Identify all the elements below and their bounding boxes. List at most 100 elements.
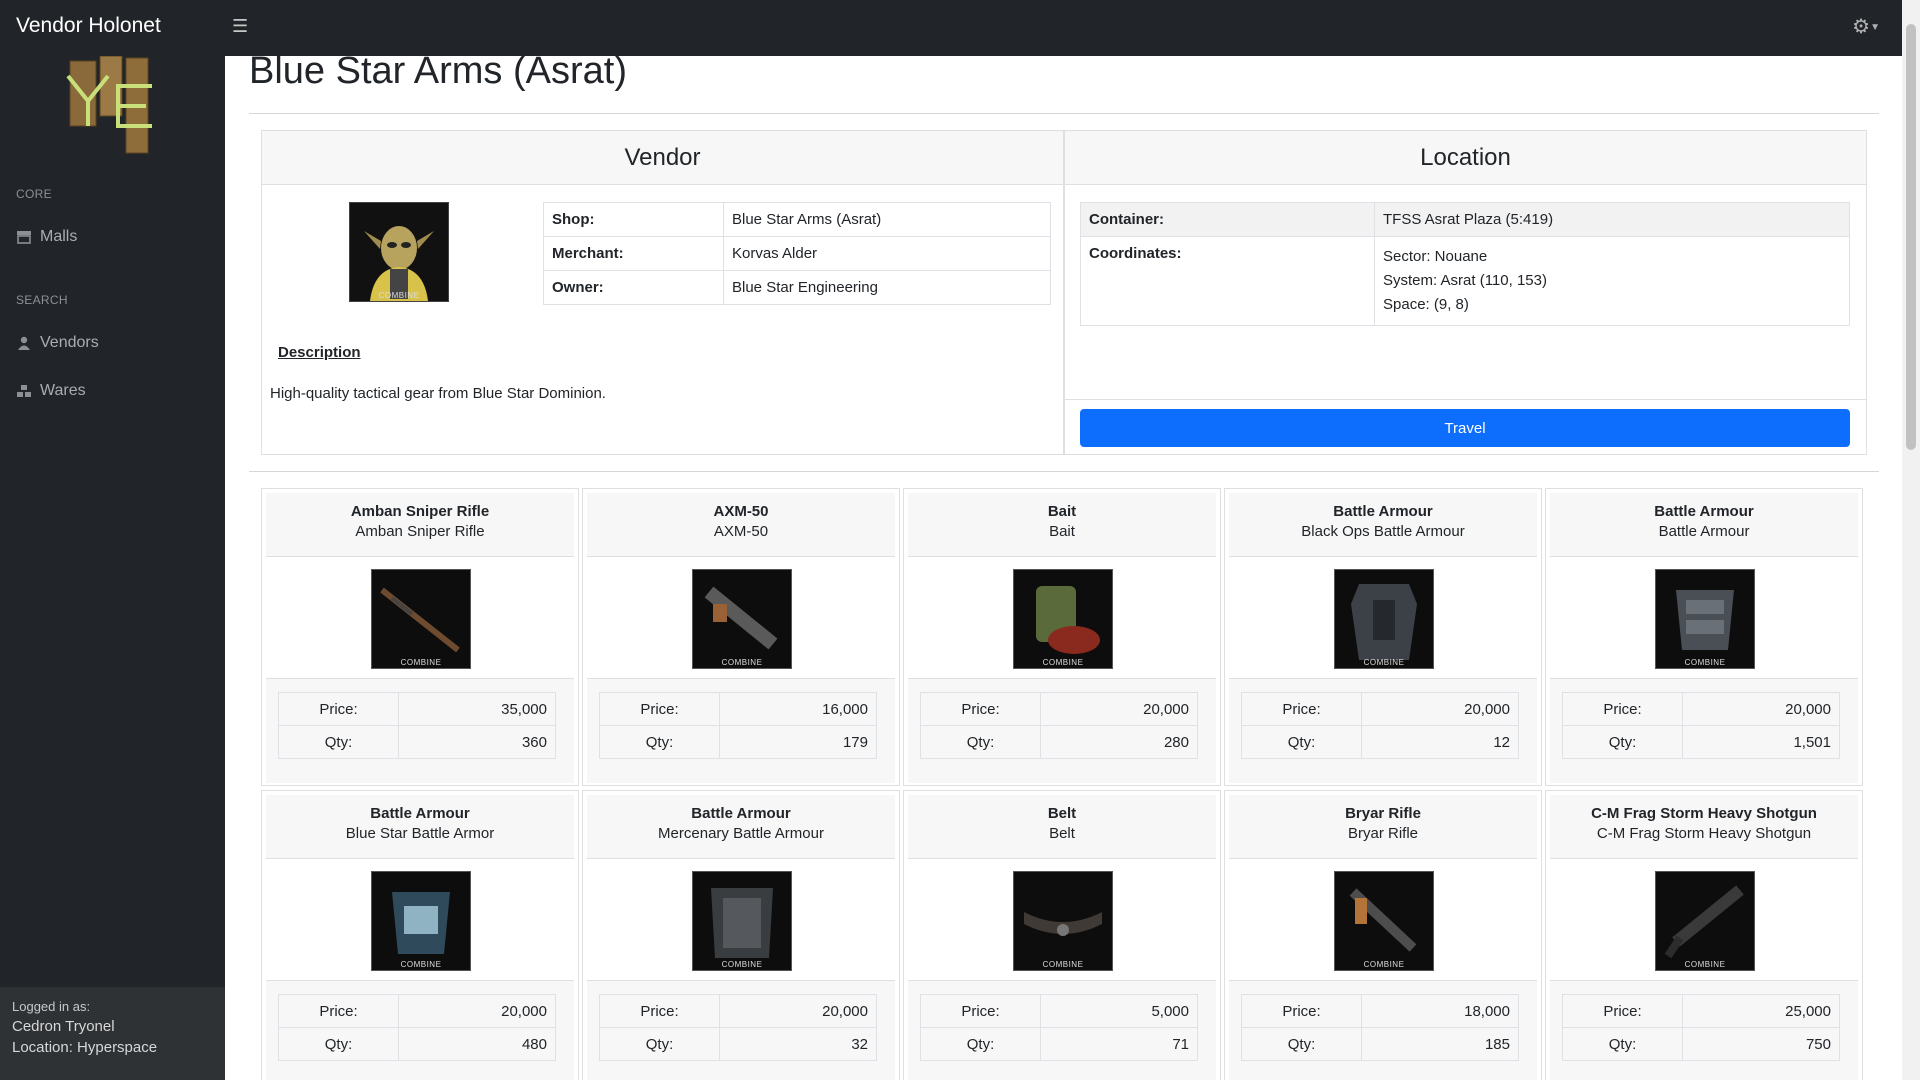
ware-card[interactable]: Battle Armour Blue Star Battle Armor COM… <box>261 790 579 1080</box>
ware-card[interactable]: Battle Armour Battle Armour COMBINE Pric… <box>1545 488 1863 786</box>
logo[interactable] <box>60 56 170 156</box>
travel-button[interactable]: Travel <box>1080 409 1850 447</box>
description-label[interactable]: Description <box>278 344 361 361</box>
ware-card-header: Battle Armour Mercenary Battle Armour <box>587 795 895 859</box>
ware-card-footer: Price: 35,000 Qty: 360 <box>266 678 574 783</box>
ware-card-header: Battle Armour Battle Armour <box>1550 493 1858 557</box>
qty-label: Qty: <box>278 725 399 759</box>
combine-badge: COMBINE <box>1363 658 1405 667</box>
ware-card-header: Bryar Rifle Bryar Rifle <box>1229 795 1537 859</box>
ware-name: Battle Armour <box>691 805 791 822</box>
ware-card-header: C-M Frag Storm Heavy Shotgun C-M Frag St… <box>1550 795 1858 859</box>
ware-subtitle: Mercenary Battle Armour <box>658 825 824 842</box>
ware-image[interactable]: COMBINE <box>1334 569 1434 669</box>
price-value: 20,000 <box>398 994 556 1028</box>
store-icon <box>17 231 31 244</box>
shop-key: Shop: <box>543 202 724 237</box>
table-row: Qty: 179 <box>599 725 877 759</box>
brand-title[interactable]: Vendor Holonet <box>16 14 161 38</box>
price-label: Price: <box>599 692 720 726</box>
ware-card-footer: Price: 20,000 Qty: 12 <box>1229 678 1537 783</box>
qty-value: 71 <box>1040 1027 1198 1061</box>
ware-card-header: Belt Belt <box>908 795 1216 859</box>
scrollbar-thumb[interactable] <box>1906 24 1916 450</box>
price-value: 18,000 <box>1361 994 1519 1028</box>
merchant-key: Merchant: <box>543 236 724 271</box>
sidebar-item-wares[interactable]: Wares <box>16 382 86 400</box>
ware-card[interactable]: Bait Bait COMBINE Price: 20,000 Qty: 280 <box>903 488 1221 786</box>
description-text: High-quality tactical gear from Blue Sta… <box>270 385 606 402</box>
ware-card[interactable]: Belt Belt COMBINE Price: 5,000 Qty: 71 <box>903 790 1221 1080</box>
sidebar-item-malls[interactable]: Malls <box>16 228 77 246</box>
combine-badge: COMBINE <box>1684 960 1726 969</box>
ware-name: Bait <box>1047 503 1077 520</box>
sidebar-item-vendors[interactable]: Vendors <box>16 334 99 352</box>
ware-subtitle: Bryar Rifle <box>1347 825 1418 842</box>
ware-image[interactable]: COMBINE <box>371 569 471 669</box>
page-scrollbar[interactable] <box>1902 0 1920 1080</box>
system-text: System: Asrat (110, 153) <box>1383 272 1547 289</box>
table-row: Price: 35,000 <box>278 692 556 726</box>
combine-badge: COMBINE <box>1363 960 1405 969</box>
price-label: Price: <box>1562 994 1683 1028</box>
vendor-portrait-icon <box>364 226 434 301</box>
price-label: Price: <box>1241 994 1362 1028</box>
qty-value: 360 <box>398 725 556 759</box>
sidebar-heading-search: SEARCH <box>16 293 68 307</box>
qty-value: 179 <box>719 725 877 759</box>
table-row: Qty: 480 <box>278 1027 556 1061</box>
price-value: 25,000 <box>1682 994 1840 1028</box>
price-label: Price: <box>1562 692 1683 726</box>
coordinates-key: Coordinates: <box>1080 236 1375 326</box>
ware-stats-table: Price: 20,000 Qty: 1,501 <box>1562 692 1840 759</box>
ware-name: Battle Armour <box>1333 503 1433 520</box>
ware-subtitle: Belt <box>1049 825 1075 842</box>
sidebar-toggle-icon[interactable]: ☰ <box>232 16 248 37</box>
ware-card-footer: Price: 5,000 Qty: 71 <box>908 980 1216 1080</box>
ware-subtitle: C-M Frag Storm Heavy Shotgun <box>1596 825 1812 842</box>
ware-image[interactable]: COMBINE <box>1655 569 1755 669</box>
ware-image[interactable]: COMBINE <box>692 871 792 971</box>
qty-label: Qty: <box>1241 725 1362 759</box>
shop-value: Blue Star Arms (Asrat) <box>723 202 1051 237</box>
ware-card[interactable]: AXM-50 AXM-50 COMBINE Price: 16,000 Qty: 1… <box>582 488 900 786</box>
price-value: 16,000 <box>719 692 877 726</box>
vendor-panel-heading: Vendor <box>262 131 1063 185</box>
ware-card[interactable]: C-M Frag Storm Heavy Shotgun C-M Frag St… <box>1545 790 1863 1080</box>
ware-image[interactable]: COMBINE <box>1013 871 1113 971</box>
ware-stats-table: Price: 16,000 Qty: 179 <box>599 692 877 759</box>
price-value: 20,000 <box>1361 692 1519 726</box>
ware-stats-table: Price: 20,000 Qty: 32 <box>599 994 877 1061</box>
combine-badge: COMBINE <box>400 960 442 969</box>
ware-subtitle: Bait <box>1049 523 1075 540</box>
settings-dropdown[interactable]: ⚙▼ <box>1852 14 1880 39</box>
ware-card-header: AXM-50 AXM-50 <box>587 493 895 557</box>
sidebar-footer: Logged in as: Cedron Tryonel Location: H… <box>0 987 225 1080</box>
ware-name: AXM-50 <box>713 503 769 520</box>
ware-card-footer: Price: 20,000 Qty: 1,501 <box>1550 678 1858 783</box>
price-value: 20,000 <box>719 994 877 1028</box>
sniper-rifle-icon <box>380 587 460 653</box>
ware-image[interactable]: COMBINE <box>1013 569 1113 669</box>
ware-card[interactable]: Battle Armour Black Ops Battle Armour CO… <box>1224 488 1542 786</box>
divider <box>249 471 1879 472</box>
ware-card[interactable]: Battle Armour Mercenary Battle Armour CO… <box>582 790 900 1080</box>
ware-name: Battle Armour <box>1654 503 1754 520</box>
price-value: 20,000 <box>1040 692 1198 726</box>
ware-card[interactable]: Bryar Rifle Bryar Rifle COMBINE Price: 18… <box>1224 790 1542 1080</box>
ware-card[interactable]: Amban Sniper Rifle Amban Sniper Rifle CO… <box>261 488 579 786</box>
sidebar: CORE Malls SEARCH Vendors Wares Logged i… <box>0 56 225 1080</box>
ware-stats-table: Price: 20,000 Qty: 280 <box>920 692 1198 759</box>
price-value: 20,000 <box>1682 692 1840 726</box>
price-label: Price: <box>920 692 1041 726</box>
combine-badge: COMBINE <box>378 291 420 300</box>
ware-image[interactable]: COMBINE <box>692 569 792 669</box>
ware-image[interactable]: COMBINE <box>1334 871 1434 971</box>
boxes-icon <box>17 385 31 397</box>
ware-image[interactable]: COMBINE <box>371 871 471 971</box>
ware-card-header: Amban Sniper Rifle Amban Sniper Rifle <box>266 493 574 557</box>
ware-image[interactable]: COMBINE <box>1655 871 1755 971</box>
page-title: Blue Star Arms (Asrat) <box>249 50 627 92</box>
ware-subtitle: AXM-50 <box>713 523 769 540</box>
qty-label: Qty: <box>599 725 720 759</box>
